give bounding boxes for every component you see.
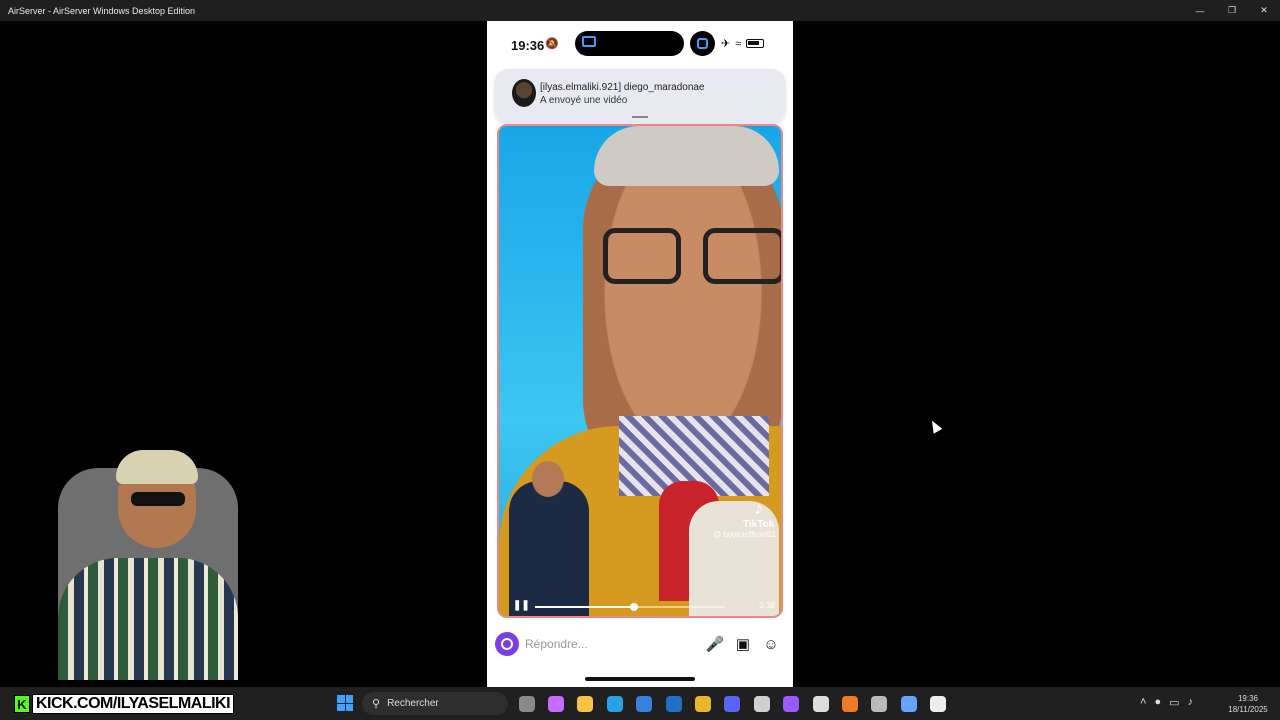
screen-mirror-icon — [697, 38, 708, 49]
status-time: 19:36 — [511, 38, 545, 53]
video-controls: ❚❚ 0:38 — [513, 600, 775, 614]
notification-sender: [ilyas.elmaliki.921] diego_maradonae — [540, 82, 705, 93]
game-icon[interactable] — [777, 692, 806, 715]
airserver-icon[interactable] — [747, 692, 776, 715]
window-title: AirServer - AirServer Windows Desktop Ed… — [8, 5, 196, 16]
taskbar-clock[interactable]: 19:36 18/11/2025 — [1220, 693, 1276, 715]
tiktok-watermark: ♪ TikTok — [743, 498, 774, 530]
webcam-person-body — [58, 558, 238, 680]
message-notification[interactable]: [ilyas.elmaliki.921] diego_maradonae A e… — [495, 69, 785, 124]
wifi-icon: ≈ — [735, 37, 742, 50]
reply-input[interactable]: Répondre... — [525, 637, 701, 651]
dynamic-island — [575, 31, 684, 56]
camera-icon[interactable] — [495, 632, 519, 656]
taskbar-apps — [512, 692, 953, 715]
windows-start-icon[interactable] — [337, 695, 353, 711]
webcam-overlay — [48, 448, 243, 680]
tiktok-label: TikTok — [743, 519, 775, 530]
chevron-up-icon[interactable]: ˄ — [1140, 696, 1146, 709]
kick-banner: K KICK.COM/ILYASELMALIKI — [14, 693, 235, 715]
image-icon[interactable]: ▣ — [729, 635, 757, 653]
video-frame-glasses — [603, 228, 781, 290]
close-icon[interactable]: ✕ — [1248, 0, 1280, 21]
bell-slash-icon: 🔕 — [545, 38, 559, 50]
screen-mirror-indicator — [690, 31, 715, 56]
taskbar-time: 19:36 — [1237, 694, 1259, 703]
taskbar-search[interactable]: ⚲ Rechercher — [362, 692, 508, 715]
copilot-icon[interactable] — [541, 692, 570, 715]
pause-icon[interactable]: ❚❚ — [513, 600, 530, 611]
chrome-icon[interactable] — [688, 692, 717, 715]
media-icon[interactable] — [865, 692, 894, 715]
steam-icon[interactable] — [894, 692, 923, 715]
outlook-icon[interactable] — [659, 692, 688, 715]
obs-icon[interactable] — [806, 692, 835, 715]
webcam-person-hair — [116, 450, 198, 484]
video-progress-fill — [535, 606, 634, 608]
taskbar-date: 18/11/2025 — [1228, 705, 1268, 714]
search-icon: ⚲ — [372, 698, 381, 710]
reply-bar: Répondre... 🎤 ▣ ☺ — [495, 630, 785, 658]
display-icon[interactable]: ▭ — [1169, 696, 1179, 709]
file-explorer-icon[interactable] — [571, 692, 600, 715]
window-titlebar: AirServer - AirServer Windows Desktop Ed… — [0, 0, 1280, 21]
sticker-icon[interactable]: ☺ — [757, 636, 785, 653]
video-frame-crowd — [499, 461, 781, 616]
avatar — [512, 79, 536, 107]
microphone-icon[interactable]: 🎤 — [701, 635, 729, 653]
notification-body: A envoyé une vidéo — [540, 95, 628, 106]
status-icons: ✈ ≈ — [721, 37, 765, 50]
phone-screen: 19:36 🔕 ✈ ≈ [ilyas.elmaliki.921] diego_m… — [487, 21, 793, 687]
airplay-icon — [582, 36, 596, 47]
airplane-icon: ✈ — [721, 38, 731, 50]
app-icon[interactable] — [835, 692, 864, 715]
system-tray: ˄ ● ▭ ♪ — [1140, 696, 1193, 709]
capcut-icon[interactable] — [923, 692, 952, 715]
webcam-sunglasses — [131, 492, 185, 506]
video-scrubber[interactable] — [535, 603, 725, 611]
kick-logo-icon: K — [14, 695, 30, 713]
minimize-icon[interactable]: — — [1184, 0, 1216, 21]
edge-icon[interactable] — [600, 692, 629, 715]
video-elapsed: 0:38 — [759, 601, 775, 610]
discord-icon[interactable] — [718, 692, 747, 715]
notification-grabber[interactable] — [632, 116, 648, 118]
restore-icon[interactable]: ❐ — [1216, 0, 1248, 21]
video-scrubber-knob[interactable] — [629, 603, 638, 611]
tiktok-icon: ♪ — [754, 498, 764, 518]
video-player[interactable]: ♪ TikTok @ boykaofficiel01 ❚❚ 0:38 — [497, 124, 783, 618]
microphone-icon[interactable]: ● — [1154, 696, 1161, 709]
kick-url: KICK.COM/ILYASELMALIKI — [32, 694, 235, 714]
battery-icon — [746, 39, 765, 48]
video-frame-hair — [594, 126, 779, 186]
tiktok-handle: @ boykaofficiel01 — [713, 530, 777, 539]
status-bar: 19:36 🔕 ✈ ≈ — [487, 21, 793, 67]
search-placeholder: Rechercher — [387, 698, 439, 709]
speaker-icon[interactable]: ♪ — [1188, 696, 1194, 709]
store-icon[interactable] — [630, 692, 659, 715]
task-view-icon[interactable] — [512, 692, 541, 715]
home-indicator[interactable] — [585, 677, 695, 681]
